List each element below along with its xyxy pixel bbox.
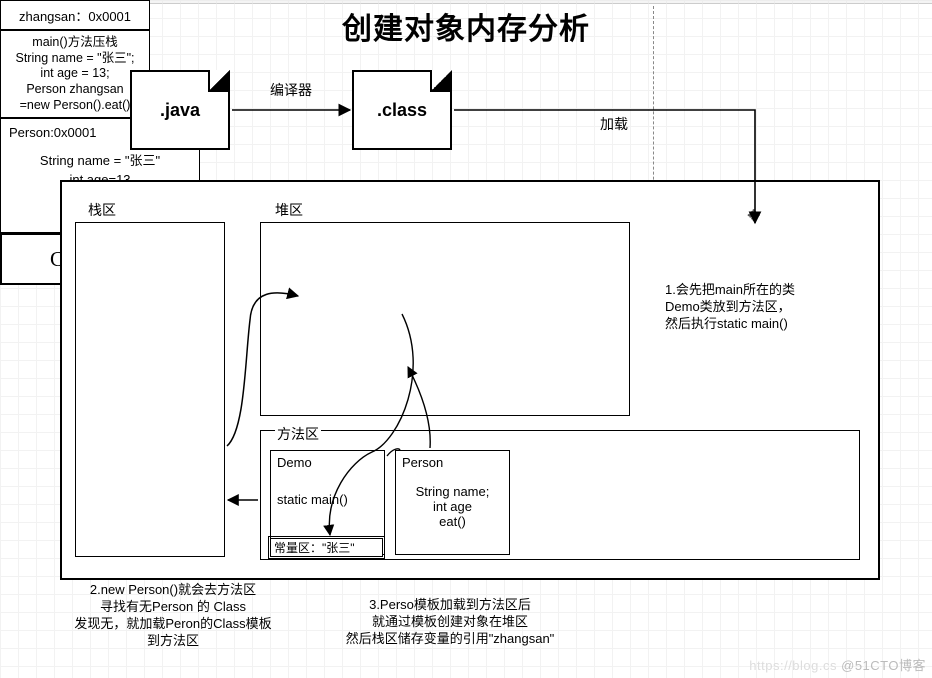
n2-l2: 寻找有无Person 的 Class	[58, 599, 288, 616]
move-cursor-icon: ✥	[747, 206, 760, 226]
note-3: 3.Perso模板加载到方法区后 就通过模板创建对象在堆区 然后栈区储存变量的引…	[310, 597, 590, 648]
label-method-area: 方法区	[275, 424, 321, 444]
method-area-person: Person String name; int age eat()	[395, 450, 510, 555]
note-2: 2.new Person()就会去方法区 寻找有无Person 的 Class …	[58, 582, 288, 650]
cl-desc-l3: 然后执行static main()	[665, 316, 875, 333]
person-classname: Person	[402, 455, 503, 470]
person-f2: int age	[402, 499, 503, 514]
n2-l4: 到方法区	[58, 633, 288, 650]
label-stack: 栈区	[88, 200, 116, 220]
stack-main-l5: =new Person().eat()	[1, 98, 149, 114]
file-java-label: .java	[160, 100, 200, 121]
diagram-canvas: 创建对象内存分析 .java .class 编译器 加载 栈区 zhangsan…	[0, 0, 932, 678]
n3-l2: 就通过模板创建对象在堆区	[310, 614, 590, 631]
stack-main-l4: Person zhangsan	[1, 82, 149, 98]
stack-main-l2: String name = "张三";	[1, 51, 149, 67]
file-class-label: .class	[377, 100, 427, 121]
classloader-desc: 1.会先把main所在的类 Demo类放到方法区， 然后执行static mai…	[665, 282, 875, 333]
heap-obj-name: String name = "张三"	[5, 150, 195, 169]
label-heap: 堆区	[275, 200, 303, 220]
demo-classname: Demo	[277, 455, 378, 470]
watermark-prefix: https://blog.cs	[749, 658, 837, 673]
stack-area	[75, 222, 225, 557]
cl-desc-l2: Demo类放到方法区，	[665, 299, 875, 316]
file-java: .java	[130, 70, 230, 150]
n3-l1: 3.Perso模板加载到方法区后	[310, 597, 590, 614]
constant-pool: 常量区："张三"	[270, 538, 383, 557]
person-f3: eat()	[402, 514, 503, 529]
n2-l1: 2.new Person()就会去方法区	[58, 582, 288, 599]
label-compiler: 编译器	[270, 80, 312, 100]
diagram-title: 创建对象内存分析	[0, 4, 932, 48]
n2-l3: 发现无，就加载Peron的Class模板	[58, 616, 288, 633]
file-class: .class	[352, 70, 452, 150]
stack-main-l3: int age = 13;	[1, 66, 149, 82]
cl-desc-l1: 1.会先把main所在的类	[665, 282, 875, 299]
heap-area	[260, 222, 630, 416]
file-fold-icon	[430, 70, 452, 92]
n3-l3: 然后栈区储存变量的引用"zhangsan"	[310, 631, 590, 648]
label-load: 加载	[600, 114, 628, 134]
watermark: https://blog.cs @51CTO博客	[749, 655, 926, 674]
watermark-text: @51CTO博客	[841, 658, 926, 673]
demo-main: static main()	[277, 492, 378, 507]
file-fold-icon	[208, 70, 230, 92]
person-f1: String name;	[402, 484, 503, 499]
